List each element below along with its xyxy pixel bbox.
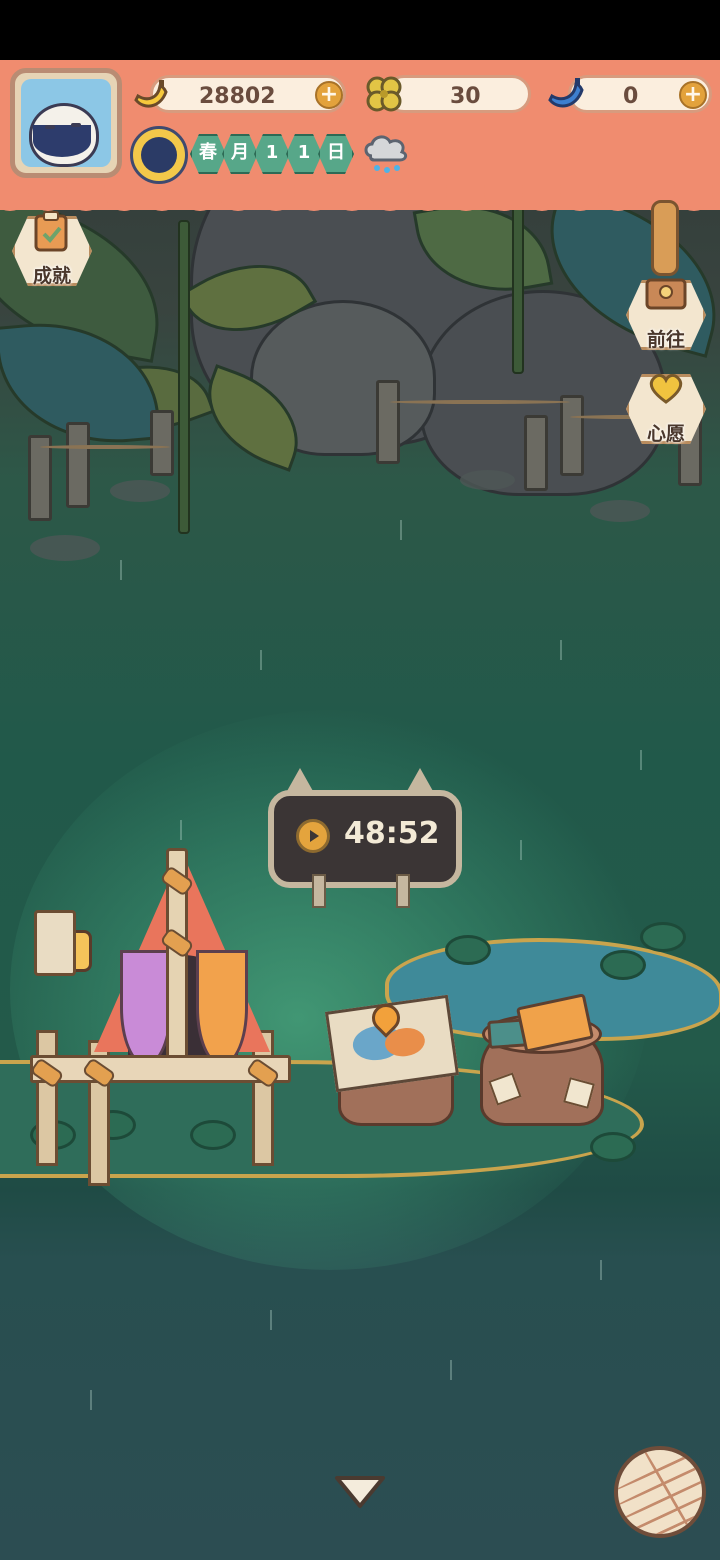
stone <box>590 500 650 522</box>
scallop <box>104 185 144 211</box>
achievements-button[interactable]: 成就 <box>12 206 92 290</box>
banana-icon <box>134 80 168 108</box>
stone <box>460 470 515 490</box>
scallop <box>712 185 720 211</box>
stone <box>30 535 100 561</box>
scallop <box>370 185 410 211</box>
tent-curtain-right <box>196 950 248 1066</box>
raindrop <box>260 650 262 670</box>
clover-counter[interactable]: 30 <box>385 75 531 113</box>
wish-label: 心愿 <box>646 423 685 445</box>
heart-book-icon <box>649 373 683 404</box>
sign-leg <box>312 874 326 908</box>
play-clock-icon <box>296 819 330 853</box>
raindrop <box>120 560 122 580</box>
raindrop <box>640 750 642 770</box>
blue-banana-count: 0 <box>623 84 639 109</box>
sign-leg <box>396 874 410 908</box>
lily-pad <box>590 1132 636 1162</box>
stacked-paper <box>34 910 76 976</box>
fence-post <box>524 415 548 491</box>
timer-countdown: 48:52 <box>344 816 440 851</box>
scallop <box>180 185 220 211</box>
collapse-arrow-button[interactable] <box>333 1472 387 1512</box>
wish-button[interactable]: 心愿 <box>626 364 706 448</box>
fence-post <box>376 380 400 464</box>
blue-banana-counter[interactable]: 0 + <box>568 75 712 113</box>
scallop <box>332 185 372 211</box>
clipboard-icon <box>34 211 68 252</box>
lily-pad <box>190 1120 236 1150</box>
raindrop <box>600 1260 602 1280</box>
lily-pad <box>445 935 491 965</box>
yarn-ball-button[interactable] <box>614 1446 706 1538</box>
scallop <box>522 185 562 211</box>
go-to-button[interactable]: 前往 <box>626 270 706 354</box>
add-banana-button[interactable]: + <box>315 81 343 109</box>
night-sky-icon <box>141 137 177 173</box>
raindrop <box>520 840 522 860</box>
scallop <box>674 185 714 211</box>
fence-post <box>66 422 90 508</box>
scallop <box>598 185 638 211</box>
cat-eye <box>45 125 55 129</box>
player-avatar[interactable] <box>10 68 122 178</box>
signboard-icon <box>645 278 687 310</box>
raindrop <box>270 1310 272 1330</box>
cat-eye <box>71 123 81 127</box>
scallop <box>142 185 182 211</box>
stone <box>110 480 170 502</box>
tent-curtain-left <box>120 950 172 1066</box>
hud-scallop-edge <box>0 185 720 213</box>
achievements-label: 成就 <box>32 265 71 287</box>
clover-icon <box>366 76 402 112</box>
scallop <box>446 185 486 211</box>
raindrop <box>560 640 562 660</box>
timer-board: 48:52 <box>268 790 462 888</box>
lily-pad <box>640 922 686 952</box>
cat-cape <box>33 125 91 157</box>
status-bar <box>0 0 720 60</box>
fence-post <box>560 395 584 476</box>
banana-counter[interactable]: 28802 + <box>150 75 346 113</box>
hanging-rope <box>651 200 679 276</box>
clover-count: 30 <box>450 84 481 109</box>
scallop <box>560 185 600 211</box>
raindrop <box>90 1390 92 1410</box>
fence-post <box>150 410 174 476</box>
rain-cloud-icon <box>364 135 408 173</box>
scallop <box>484 185 524 211</box>
fence-rope <box>390 400 570 404</box>
plant-stem <box>178 220 190 534</box>
raindrop <box>400 520 402 540</box>
add-blue-banana-button[interactable]: + <box>679 81 707 109</box>
blue-banana-icon <box>548 78 584 108</box>
season-clock-icon[interactable] <box>130 126 188 184</box>
tent-leg <box>36 1030 58 1166</box>
plant-stem <box>512 190 524 374</box>
raindrop <box>450 1360 452 1380</box>
scallop <box>408 185 448 211</box>
lily-pad <box>600 950 646 980</box>
raindrop <box>180 820 182 840</box>
scallop <box>218 185 258 211</box>
fence-rope <box>40 445 170 449</box>
scallop <box>256 185 296 211</box>
scallop <box>294 185 334 211</box>
banana-count: 28802 <box>199 84 276 109</box>
go-to-label: 前往 <box>646 329 685 351</box>
